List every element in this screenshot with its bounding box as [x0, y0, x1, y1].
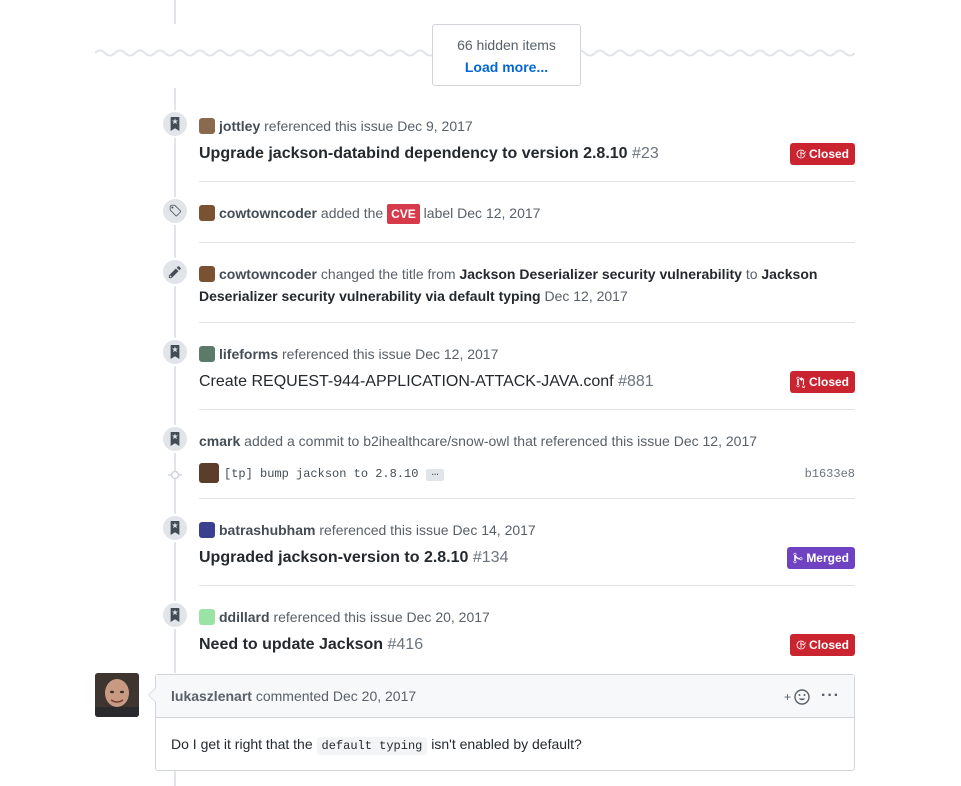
- avatar[interactable]: [199, 463, 219, 483]
- event-date[interactable]: Dec 12, 2017: [544, 288, 627, 304]
- pr-closed-icon: [796, 376, 806, 389]
- issue-closed-icon: [796, 640, 806, 650]
- event-user[interactable]: ddillard: [219, 609, 270, 625]
- avatar[interactable]: [199, 118, 215, 134]
- event-date[interactable]: Dec 12, 2017: [457, 205, 540, 221]
- event-date[interactable]: Dec 12, 2017: [674, 433, 757, 449]
- commit-sha[interactable]: b1633e8: [805, 463, 855, 485]
- pr-merged-icon: [793, 552, 803, 564]
- event-user[interactable]: batrashubham: [219, 522, 315, 538]
- old-title: Jackson Deserializer security vulnerabil…: [459, 266, 742, 282]
- new-title: Deserializer security vulnerability via …: [199, 288, 541, 304]
- event-header: lifeforms referenced this issue Dec 12, …: [199, 342, 498, 366]
- event-date[interactable]: Dec 20, 2017: [407, 609, 490, 625]
- event-header: cowtowncoder changed the title from Jack…: [199, 262, 817, 286]
- event-header-continued: Deserializer security vulnerability via …: [199, 284, 628, 308]
- event-user[interactable]: cowtowncoder: [219, 205, 317, 221]
- tag-icon: [161, 197, 189, 225]
- avatar[interactable]: [199, 205, 215, 221]
- avatar[interactable]: [199, 522, 215, 538]
- referenced-issue-title[interactable]: Need to update Jackson #416: [199, 633, 423, 657]
- divider: [199, 409, 855, 410]
- new-title: Jackson: [761, 266, 818, 282]
- comment-date[interactable]: Dec 20, 2017: [333, 688, 416, 704]
- referenced-issue-title[interactable]: Create REQUEST-944-APPLICATION-ATTACK-JA…: [199, 370, 654, 394]
- event-date[interactable]: Dec 14, 2017: [452, 522, 535, 538]
- label-cve[interactable]: CVE: [387, 204, 420, 224]
- add-reaction-icon[interactable]: +: [784, 687, 812, 707]
- hidden-items-count: 66 hidden items: [457, 37, 556, 53]
- avatar[interactable]: [199, 266, 215, 282]
- bookmark-icon: [161, 601, 189, 629]
- svg-text:+: +: [784, 690, 791, 704]
- event-header: jottley referenced this issue Dec 9, 201…: [199, 114, 473, 138]
- inline-code: default typing: [316, 737, 428, 755]
- event-user[interactable]: cowtowncoder: [219, 266, 317, 282]
- issue-closed-icon: [796, 149, 806, 159]
- timeline-line: [174, 0, 176, 24]
- avatar[interactable]: [199, 609, 215, 625]
- hidden-items-box: 66 hidden items Load more...: [432, 24, 581, 86]
- referenced-issue-title[interactable]: Upgrade jackson-databind dependency to v…: [199, 142, 659, 166]
- event-header: batrashubham referenced this issue Dec 1…: [199, 518, 536, 542]
- user-photo: [95, 673, 139, 717]
- comment-header: lukaszlenart commented Dec 20, 2017 + ··…: [156, 675, 854, 718]
- pencil-icon: [161, 258, 189, 286]
- load-more-button[interactable]: Load more...: [433, 59, 580, 75]
- divider: [199, 242, 855, 243]
- avatar[interactable]: [199, 346, 215, 362]
- status-badge: Closed: [789, 371, 855, 393]
- status-badge: Closed: [789, 143, 855, 165]
- divider: [199, 498, 855, 499]
- commit-message[interactable]: [tp] bump jackson to 2.8.10…: [224, 463, 444, 485]
- bookmark-icon: [161, 514, 189, 542]
- status-badge: Closed: [789, 634, 855, 656]
- event-user[interactable]: cmark: [199, 433, 240, 449]
- avatar[interactable]: [95, 673, 139, 717]
- status-badge: Merged: [787, 547, 855, 569]
- event-user[interactable]: jottley: [219, 118, 260, 134]
- event-header: cmark added a commit to b2ihealthcare/sn…: [199, 433, 758, 449]
- divider: [199, 322, 855, 323]
- bookmark-icon: [161, 338, 189, 366]
- comment-body: Do I get it right that the default typin…: [171, 736, 582, 755]
- timeline-line: [174, 88, 176, 673]
- event-header: ddillard referenced this issue Dec 20, 2…: [199, 605, 490, 629]
- event-header: cowtowncoder added the CVE label Dec 12,…: [199, 201, 540, 225]
- commit-icon: [168, 470, 182, 480]
- more-options-icon[interactable]: ···: [821, 675, 840, 717]
- event-user[interactable]: lifeforms: [219, 346, 278, 362]
- event-date[interactable]: Dec 12, 2017: [415, 346, 498, 362]
- timeline-line: [174, 771, 176, 786]
- divider: [199, 181, 855, 182]
- divider: [199, 585, 855, 586]
- event-date[interactable]: Dec 9, 2017: [397, 118, 473, 134]
- comment: lukaszlenart commented Dec 20, 2017 + ··…: [148, 674, 855, 771]
- commit-expand-button[interactable]: …: [426, 466, 444, 481]
- comment-author[interactable]: lukaszlenart: [171, 688, 252, 704]
- bookmark-icon: [161, 110, 189, 138]
- bookmark-icon: [161, 425, 189, 453]
- referenced-issue-title[interactable]: Upgraded jackson-version to 2.8.10 #134: [199, 546, 508, 570]
